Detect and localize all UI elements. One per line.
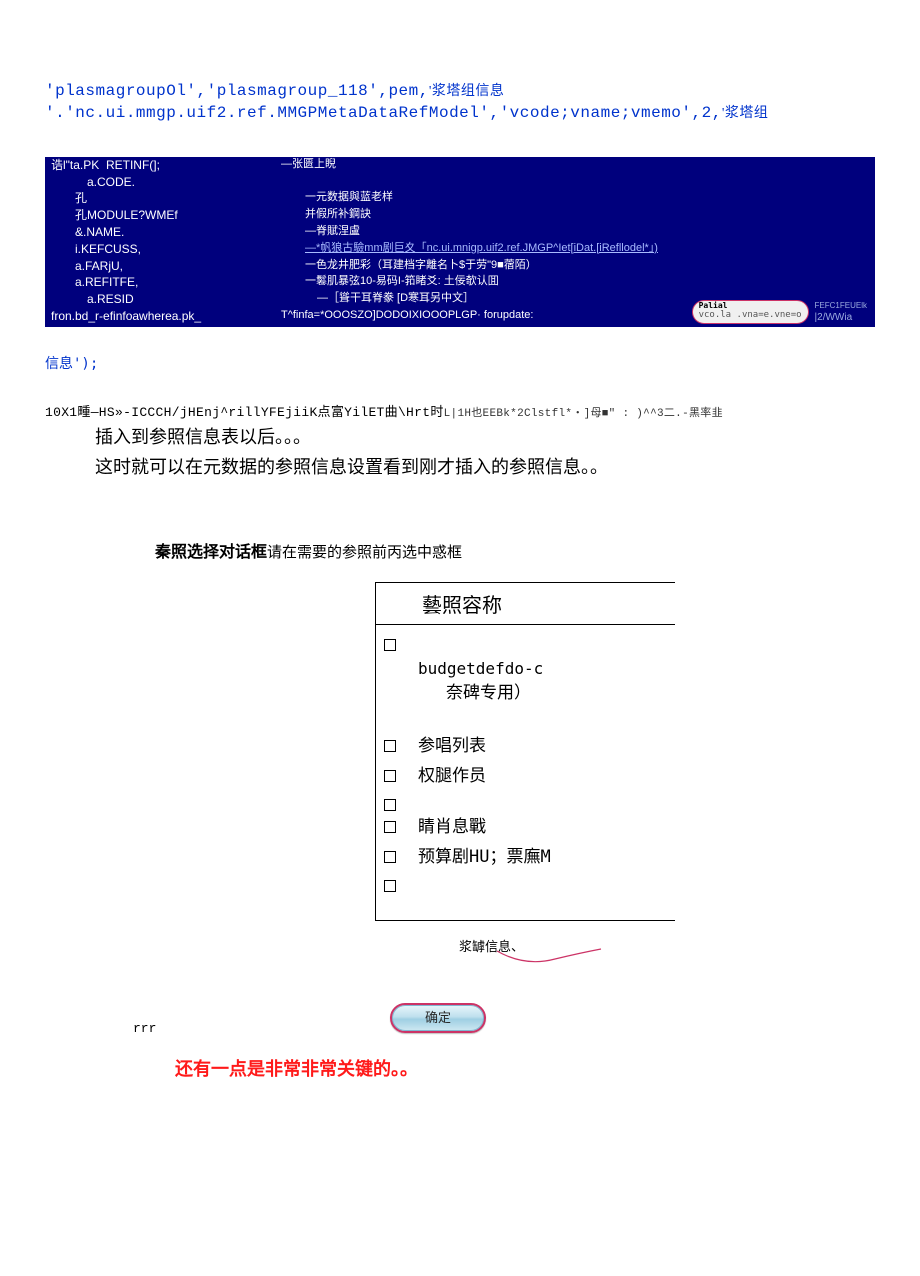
list-item-sub: 奈碑专用）	[446, 681, 543, 707]
sql-right-link: —*帆狼古驗mm剧巨夊「nc.ui.mnigp.uif2.ref.JMGP^Ie…	[305, 242, 658, 254]
corner-text: FEFC1FEUElk	[815, 300, 867, 311]
checkbox-icon[interactable]	[384, 740, 396, 752]
rrr-text: rrr	[133, 1021, 156, 1036]
sql-left: i.KEFCUSS,	[75, 241, 305, 258]
list-item-label: 权腿作员	[418, 764, 486, 790]
list-item[interactable]: 参唱列表	[376, 732, 675, 762]
garble-main: 10X1畽—HS»-ICCCH/jHEnj^rillYFEjiiK点富YilET…	[45, 405, 444, 420]
body-p2: 这时就可以在元数据的参照信息设置看到刚才插入的参照信息。。	[95, 454, 875, 482]
body-paragraphs: 插入到参照信息表以后。。。 这时就可以在元数据的参照信息设置看到刚才插入的参照信…	[95, 424, 875, 482]
code-text-zh: '浆塔组信息	[429, 84, 505, 99]
sql-right: —脊賦涅盧	[305, 224, 869, 241]
pill-bot: vco.la .vna=e.vne=o	[699, 311, 802, 321]
garbled-line: 10X1畽—HS»-ICCCH/jHEnj^rillYFEjiiK点富YilET…	[45, 401, 875, 420]
ref-listbox: 藝照容称 budgetdefdo-c 奈碑专用） 参唱列表 权腿作员	[375, 582, 675, 922]
list-item-label: 预算剧HU；票廡M	[418, 845, 551, 871]
list-item[interactable]: 预算剧HU；票廡M	[376, 843, 675, 873]
dialog-title: 秦照选择对话框请在需要的参照前丙选中惑框	[155, 538, 875, 562]
sql-left: &.NAME.	[75, 224, 305, 241]
important-note: 还有一点是非常非常关键的。。	[175, 1055, 875, 1081]
ok-row: rrr 确定	[45, 1003, 875, 1049]
dialog-title-rest: 请在需要的参照前丙选中惑框	[267, 543, 462, 561]
sql-panel-corner: Palial vco.la .vna=e.vne=o FEFC1FEUElk |…	[692, 300, 867, 325]
sql-left: a.FARjU,	[75, 258, 305, 275]
circled-annotation: Palial vco.la .vna=e.vne=o	[692, 300, 809, 324]
checkbox-icon[interactable]	[384, 851, 396, 863]
sql-left: a.RESID	[87, 291, 317, 308]
list-item[interactable]	[376, 872, 675, 894]
sql-right: 一鬈肌暴弦10-易码I-筘睹爻: 土佞欹认囬	[305, 274, 869, 291]
checkbox-icon[interactable]	[384, 770, 396, 782]
garble-tail: L|1H也EEBk*2Clstfl*・]母■" : )^^3二.-黑率韭	[444, 408, 723, 420]
list-item[interactable]: budgetdefdo-c 奈碑专用）	[376, 631, 675, 733]
sql-left: 孔	[75, 190, 305, 207]
sql-left: 孔MODULE?WMEf	[75, 207, 305, 224]
checkbox-icon[interactable]	[384, 821, 396, 833]
sql-left: a.CODE.	[87, 174, 317, 191]
code-text: 'plasmagroupOl','plasmagroup_118',pem,	[45, 82, 429, 100]
sql-left: fron.bd_r-efinfoawherea.pk_	[51, 308, 281, 325]
checkbox-icon[interactable]	[384, 880, 396, 892]
sql-right: 一色龙井肥彩（耳建档字離名卜$于劳"9■蓿陌）	[305, 258, 869, 275]
list-item-label: 参唱列表	[418, 734, 486, 760]
list-item[interactable]: 睛肖息戰	[376, 813, 675, 843]
listbox-header: 藝照容称	[376, 583, 675, 625]
list-item-label: 睛肖息戰	[418, 815, 486, 841]
ref-select-dialog: 藝照容称 budgetdefdo-c 奈碑专用） 参唱列表 权腿作员	[375, 582, 675, 922]
code-fragment-tail: 信息');	[45, 353, 875, 373]
checkbox-icon[interactable]	[384, 799, 396, 811]
corner-text: |2/WWia	[815, 311, 867, 325]
ok-button[interactable]: 确定	[390, 1003, 486, 1033]
sql-panel: 诰l"ta.PK RETINF(];—张匮上睨 a.CODE. 孔一元数据與蓝老…	[45, 157, 875, 327]
sql-left: a.REFITFE,	[75, 274, 305, 291]
sql-right: —张匮上睨	[281, 157, 869, 174]
list-item[interactable]	[376, 791, 675, 813]
body-p1: 插入到参照信息表以后。。。	[95, 424, 875, 452]
sql-right: 并假所补鋼訣	[305, 207, 869, 224]
list-item[interactable]: 权腿作员	[376, 762, 675, 792]
swoosh-icon	[495, 947, 605, 969]
sql-right	[317, 174, 869, 191]
sql-left: 诰l"ta.PK RETINF(];	[51, 157, 281, 174]
code-fragment-top: 'plasmagroupOl','plasmagroup_118',pem,'浆…	[45, 80, 875, 125]
code-text: '.	[45, 104, 65, 122]
dialog-title-bold: 秦照选择对话框	[155, 542, 267, 561]
sql-right: 一元数据與蓝老样	[305, 190, 869, 207]
checkbox-icon[interactable]	[384, 639, 396, 651]
list-item-label: budgetdefdo-c	[418, 659, 543, 678]
code-text: 'nc.ui.mmgp.uif2.ref.MMGPMetaDataRefMode…	[65, 104, 722, 122]
code-text-zh: '浆塔组	[722, 106, 769, 121]
